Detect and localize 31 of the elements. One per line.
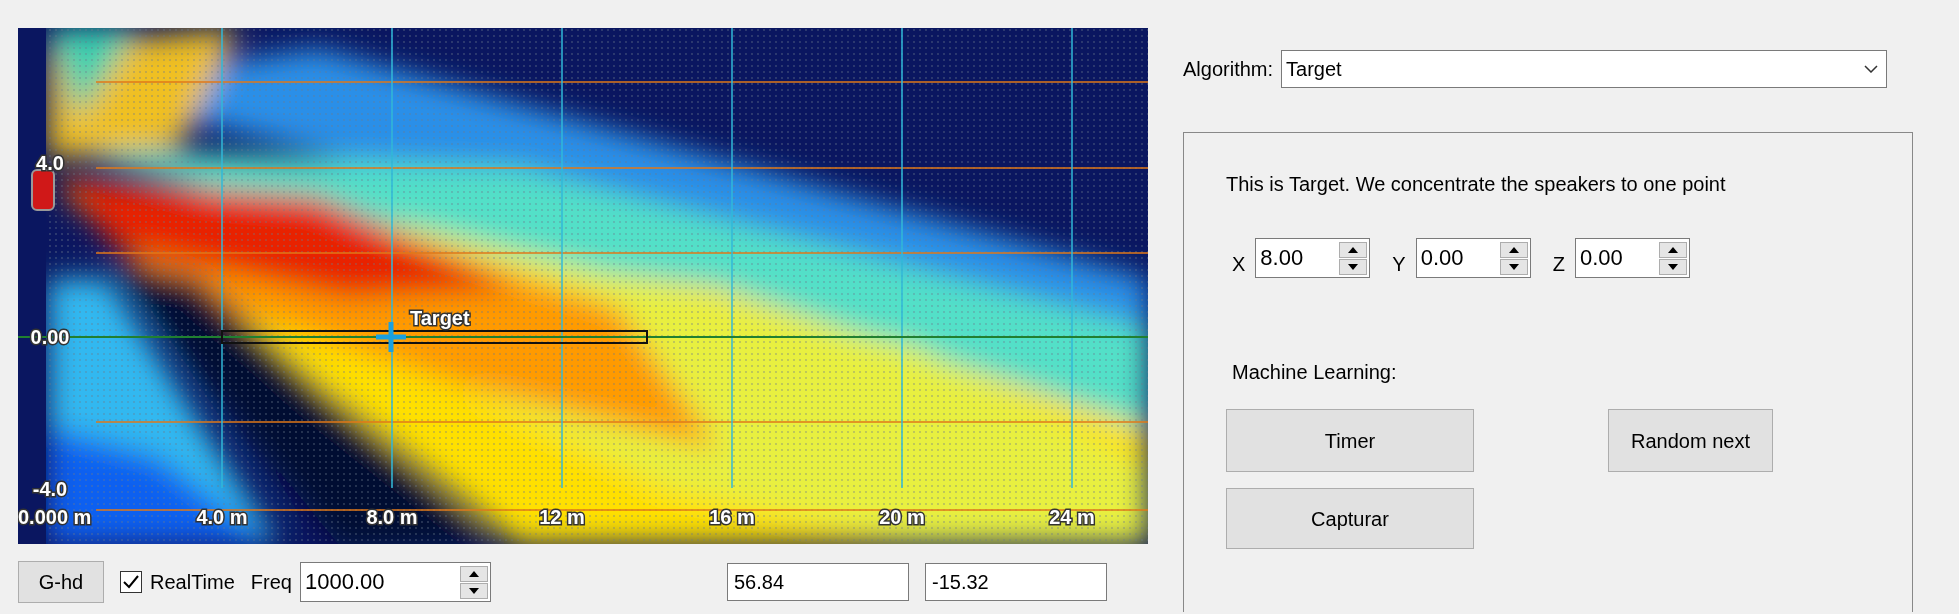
axis-label: 0.000 m (18, 506, 92, 528)
action-button[interactable]: Timer (1226, 409, 1474, 472)
target-marker-icon (376, 322, 406, 352)
axis-label: 4.0 (36, 152, 64, 174)
axis-label: 20 m (879, 506, 925, 528)
axis-label: 0.00 (30, 326, 70, 348)
target-area-outline[interactable] (221, 330, 648, 344)
axis-label: 24 m (1049, 506, 1095, 528)
algorithm-label: Algorithm: (1183, 57, 1274, 82)
readout-field[interactable]: 56.84 (726, 563, 909, 601)
axis-label: 4.0 m (196, 506, 248, 528)
axis-label: 12 m (539, 506, 585, 528)
checkbox[interactable] (120, 571, 142, 593)
algorithm-dropdown[interactable]: Target (1281, 50, 1888, 88)
section-label: Machine Learning: (1232, 360, 1398, 385)
g-hd-button[interactable]: G-hd (18, 561, 104, 603)
coordinate-label: Z (1552, 252, 1565, 277)
action-button[interactable]: Random next (1608, 409, 1773, 472)
coordinate-label: Y (1392, 252, 1406, 277)
readout-field[interactable]: -15.32 (924, 563, 1107, 601)
target-label: Target (410, 307, 470, 329)
checkbox-label: RealTime (150, 570, 235, 595)
chevron-down-icon (1864, 65, 1879, 73)
axis-label: 8.0 m (366, 506, 418, 528)
description-text: This is Target. We concentrate the speakers to one point (1226, 172, 1727, 197)
axis-label: 16 m (709, 506, 755, 528)
action-button[interactable]: Capturar (1226, 488, 1474, 549)
coordinate-label: X (1232, 252, 1246, 277)
freq-label: Freq (250, 570, 292, 595)
speaker-icon[interactable] (31, 169, 55, 211)
axis-label: -4.0 (32, 478, 68, 500)
